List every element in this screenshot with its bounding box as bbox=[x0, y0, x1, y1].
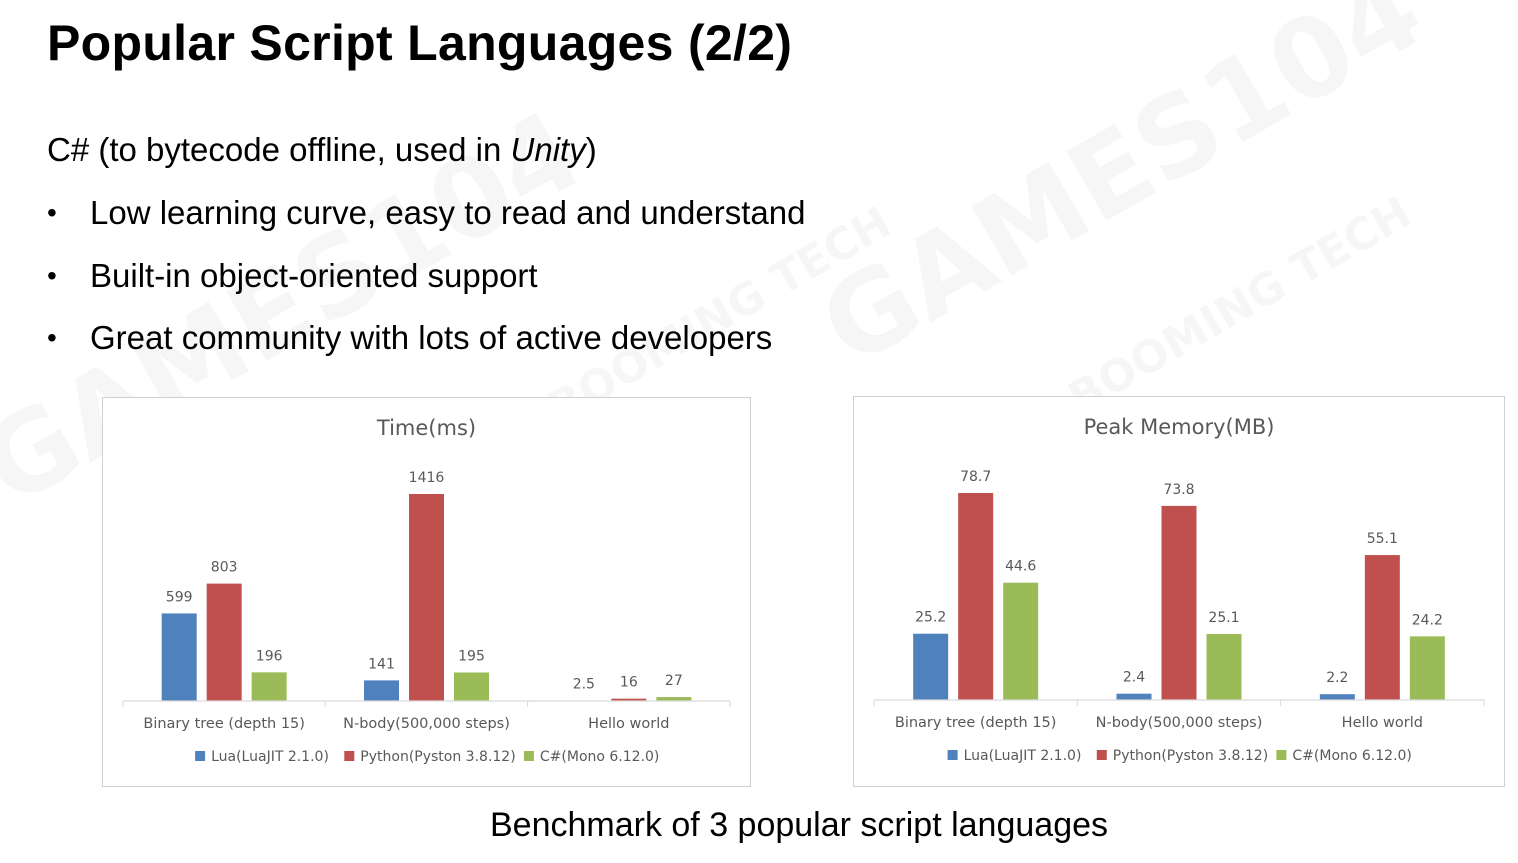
category-label: Binary tree (depth 15) bbox=[143, 716, 305, 732]
watermark-games104: GAMES104 bbox=[800, 0, 1443, 391]
legend-swatch-csharp bbox=[1276, 750, 1287, 760]
bar-lua bbox=[1319, 694, 1355, 700]
category-label: Hello world bbox=[1342, 715, 1423, 731]
data-label: 25.2 bbox=[915, 610, 946, 626]
bar-csharp bbox=[1206, 633, 1242, 700]
bar-python bbox=[206, 583, 242, 701]
chart-title: Peak Memory(MB) bbox=[1084, 415, 1275, 439]
data-label: 2.2 bbox=[1326, 670, 1348, 686]
bar-python bbox=[958, 493, 994, 700]
bullet-text: Built-in object-oriented support bbox=[90, 256, 538, 294]
bar-python bbox=[409, 494, 444, 701]
legend-swatch-python bbox=[344, 751, 355, 761]
legend-swatch-python bbox=[1096, 750, 1107, 760]
bar-lua bbox=[161, 613, 197, 701]
data-label: 55.1 bbox=[1367, 531, 1398, 547]
time-chart: Time(ms) 599 803 196 Binary tree (depth 15) 1… bbox=[102, 397, 751, 787]
memory-chart: Peak Memory(MB) 25.2 78.7 44.6 Binary tree (… bbox=[853, 396, 1505, 787]
data-label: 195 bbox=[458, 648, 485, 664]
bullet-dot-icon: • bbox=[47, 322, 57, 353]
legend-swatch-csharp bbox=[523, 751, 534, 761]
data-label: 24.2 bbox=[1412, 612, 1443, 628]
time-chart-svg: Time(ms) 599 803 196 Binary tree (depth 15) 1… bbox=[122, 416, 731, 765]
legend-label-python: Python(Pyston 3.8.12) bbox=[1113, 748, 1268, 764]
data-label: 1416 bbox=[409, 470, 445, 486]
data-label: 16 bbox=[620, 675, 638, 691]
watermark-booming-tech: BOOMING TECH bbox=[1060, 187, 1420, 424]
subtitle-closing: ) bbox=[585, 131, 597, 168]
bar-csharp bbox=[454, 672, 489, 701]
subtitle-engine: Unity bbox=[510, 131, 586, 168]
data-label: 803 bbox=[211, 560, 238, 576]
category-label: Binary tree (depth 15) bbox=[895, 715, 1057, 731]
legend-label-lua: Lua(LuaJIT 2.1.0) bbox=[211, 749, 329, 765]
subtitle: C# (to bytecode offline, used in Unity) bbox=[47, 131, 597, 169]
bar-python bbox=[1364, 555, 1400, 700]
bar-lua bbox=[913, 633, 949, 700]
legend-label-csharp: C#(Mono 6.12.0) bbox=[1292, 748, 1412, 764]
bar-lua bbox=[364, 680, 399, 701]
legend-label-lua: Lua(LuaJIT 2.1.0) bbox=[964, 748, 1082, 764]
category-label: N-body(500,000 steps) bbox=[1096, 715, 1263, 731]
category-label: N-body(500,000 steps) bbox=[343, 716, 510, 732]
data-label: 2.4 bbox=[1123, 670, 1145, 686]
data-label: 44.6 bbox=[1005, 559, 1036, 575]
page-title: Popular Script Languages (2/2) bbox=[47, 15, 793, 71]
data-label: 599 bbox=[166, 589, 193, 605]
bullet-text: Great community with lots of active deve… bbox=[90, 319, 773, 356]
data-label: 73.8 bbox=[1163, 482, 1194, 498]
data-label: 196 bbox=[256, 648, 283, 664]
bullet-dot-icon: • bbox=[47, 259, 57, 291]
figure-caption: Benchmark of 3 popular script languages bbox=[489, 806, 1109, 844]
legend-swatch-lua bbox=[195, 751, 206, 761]
bar-csharp bbox=[251, 672, 287, 701]
category-label: Hello world bbox=[588, 716, 669, 732]
bar-lua bbox=[1116, 693, 1152, 700]
data-label: 141 bbox=[368, 656, 395, 672]
bullet-text: Low learning curve, easy to read and und… bbox=[90, 194, 806, 231]
chart-title: Time(ms) bbox=[376, 416, 476, 440]
legend-swatch-lua bbox=[947, 750, 958, 760]
data-label: 78.7 bbox=[960, 469, 991, 485]
subtitle-language: C# bbox=[47, 131, 90, 168]
data-label: 27 bbox=[665, 673, 683, 689]
bar-python bbox=[1161, 505, 1197, 700]
bar-csharp bbox=[1003, 582, 1039, 700]
data-label: 2.5 bbox=[573, 677, 595, 693]
bullet-dot-icon: • bbox=[47, 197, 57, 228]
legend-label-python: Python(Pyston 3.8.12) bbox=[360, 749, 515, 765]
data-label: 25.1 bbox=[1208, 610, 1239, 626]
memory-chart-svg: Peak Memory(MB) 25.2 78.7 44.6 Binary tree (… bbox=[873, 415, 1485, 764]
subtitle-description: (to bytecode offline, used in bbox=[89, 131, 511, 168]
legend-label-csharp: C#(Mono 6.12.0) bbox=[540, 749, 660, 765]
bar-csharp bbox=[1409, 636, 1445, 700]
